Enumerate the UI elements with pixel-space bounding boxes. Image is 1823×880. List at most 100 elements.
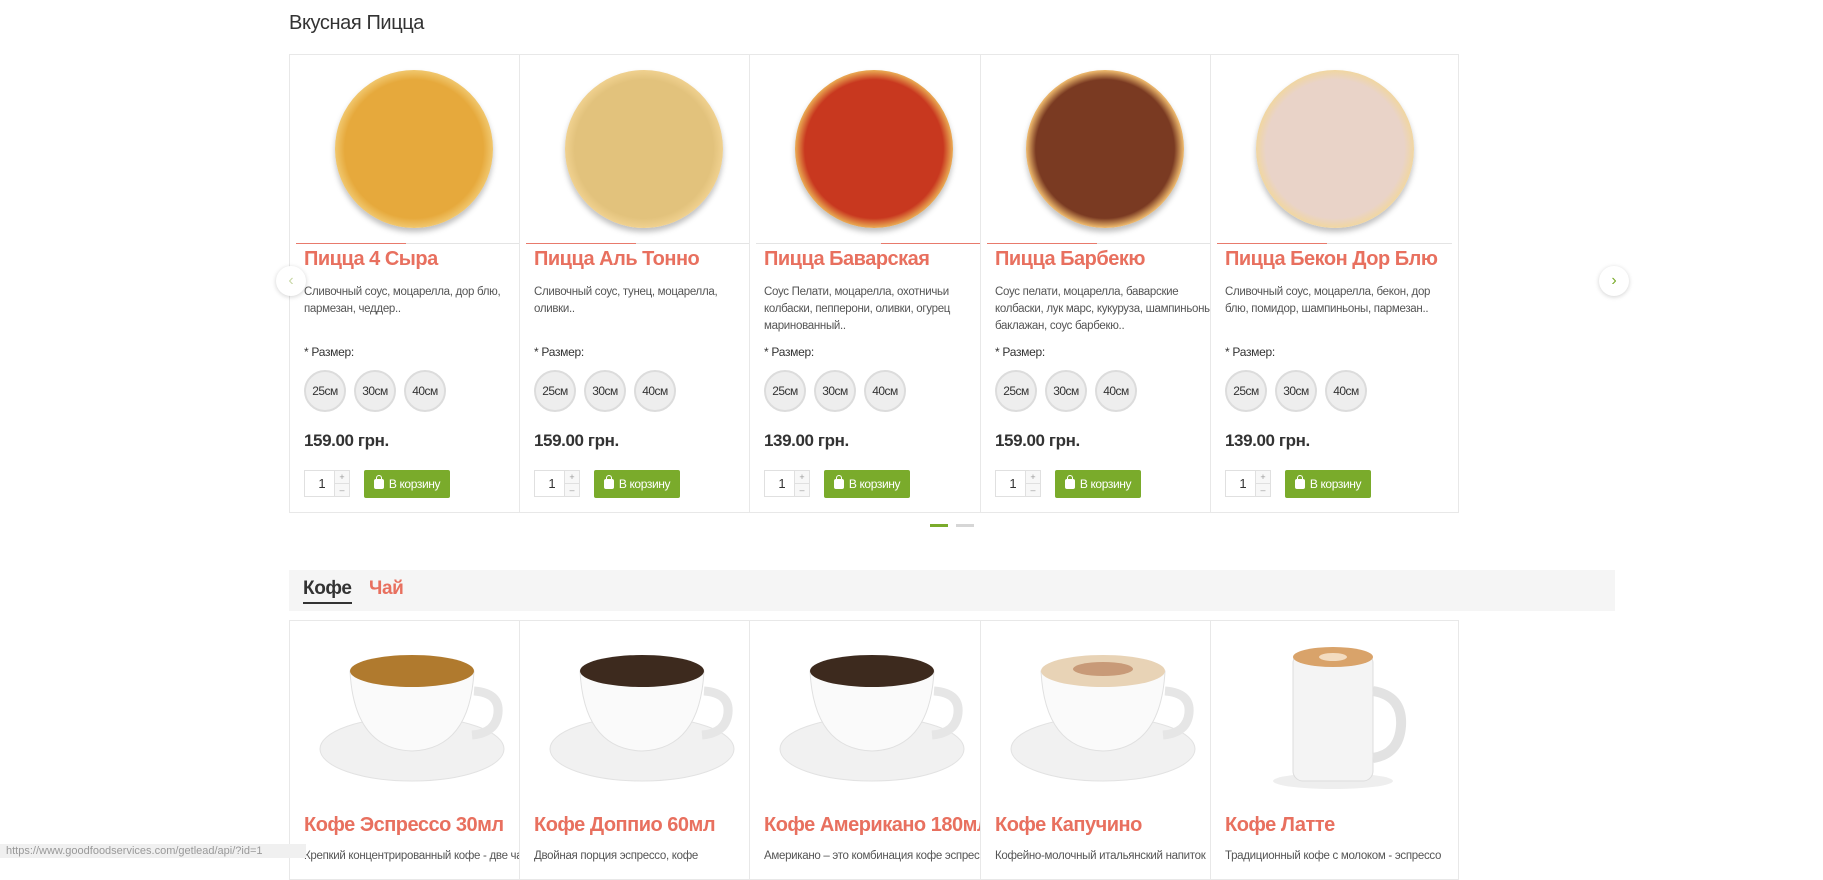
pizza-image — [1025, 70, 1184, 228]
product-price: 139.00 грн. — [1225, 431, 1310, 450]
status-bar-url: https://www.goodfoodservices.com/getlead… — [0, 844, 306, 858]
product-image[interactable] — [1211, 55, 1458, 243]
size-options: 25см 30см 40см — [764, 370, 906, 412]
decrement-button[interactable]: – — [334, 484, 349, 496]
size-options: 25см 30см 40см — [995, 370, 1137, 412]
product-name[interactable]: Кофе Латте — [1225, 814, 1335, 837]
product-price: 159.00 грн. — [534, 431, 619, 450]
size-option[interactable]: 40см — [404, 370, 446, 412]
coffee-image[interactable] — [750, 621, 999, 799]
product-image[interactable] — [520, 55, 767, 243]
product-card: Пицца Аль Тонно Сливочный соус, тунец, мо… — [519, 54, 768, 513]
decrement-button[interactable]: – — [1255, 484, 1270, 496]
increment-button[interactable]: + — [794, 471, 809, 484]
carousel-pagination — [930, 524, 974, 527]
quantity-stepper[interactable]: 1 + – — [1225, 470, 1271, 497]
product-description: Традиционный кофе с молоком - эспрессо — [1225, 850, 1442, 862]
product-name[interactable]: Кофе Американо 180мл — [764, 814, 990, 837]
size-option[interactable]: 25см — [1225, 370, 1267, 412]
decrement-button[interactable]: – — [794, 484, 809, 496]
product-name[interactable]: Пицца Барбекю — [995, 248, 1145, 271]
size-label: * Размер: — [1225, 345, 1275, 359]
shopping-bag-icon — [603, 475, 614, 489]
tab-coffee[interactable]: Кофе — [303, 578, 352, 604]
shopping-bag-icon — [1064, 475, 1075, 489]
quantity-stepper[interactable]: 1 + – — [304, 470, 350, 497]
add-to-cart-button[interactable]: В корзину — [1055, 470, 1141, 498]
add-to-cart-button[interactable]: В корзину — [364, 470, 450, 498]
quantity-value[interactable]: 1 — [1002, 476, 1024, 491]
product-name[interactable]: Пицца Аль Тонно — [534, 248, 700, 271]
increment-button[interactable]: + — [334, 471, 349, 484]
carousel-dot-1[interactable] — [930, 524, 948, 527]
size-option[interactable]: 25см — [304, 370, 346, 412]
product-image[interactable] — [981, 55, 1228, 243]
carousel-next-button[interactable]: › — [1599, 266, 1629, 296]
quantity-value[interactable]: 1 — [311, 476, 333, 491]
size-option[interactable]: 25см — [764, 370, 806, 412]
size-option[interactable]: 30см — [814, 370, 856, 412]
size-options: 25см 30см 40см — [534, 370, 676, 412]
carousel-prev-button[interactable]: ‹ — [276, 266, 306, 296]
size-option[interactable]: 40см — [864, 370, 906, 412]
quantity-value[interactable]: 1 — [541, 476, 563, 491]
size-option[interactable]: 25см — [995, 370, 1037, 412]
quantity-stepper[interactable]: 1 + – — [534, 470, 580, 497]
size-label: * Размер: — [304, 345, 354, 359]
coffee-image[interactable] — [520, 621, 767, 799]
pizza-image — [334, 70, 493, 228]
quantity-value[interactable]: 1 — [771, 476, 793, 491]
size-options: 25см 30см 40см — [1225, 370, 1367, 412]
product-name[interactable]: Кофе Капучино — [995, 814, 1142, 837]
add-to-cart-button[interactable]: В корзину — [1285, 470, 1371, 498]
product-card: Пицца 4 Сыра Сливочный соус, моцарелла, д… — [289, 54, 538, 513]
coffee-list: Кофе Эспрессо 30мл Крепкий концентрирован… — [289, 620, 1615, 880]
product-name[interactable]: Пицца Бекон Дор Блю — [1225, 248, 1438, 271]
add-to-cart-label: В корзину — [1079, 477, 1132, 491]
product-image[interactable] — [290, 55, 537, 243]
coffee-cup-icon — [750, 655, 999, 803]
product-description: Соус пелати, моцарелла, баварские колбас… — [995, 286, 1216, 332]
increment-button[interactable]: + — [1255, 471, 1270, 484]
shopping-bag-icon — [1294, 475, 1305, 489]
pizza-image — [794, 70, 953, 228]
size-option[interactable]: 30см — [584, 370, 626, 412]
quantity-stepper[interactable]: 1 + – — [764, 470, 810, 497]
size-option[interactable]: 40см — [634, 370, 676, 412]
add-to-cart-label: В корзину — [388, 477, 441, 491]
coffee-image[interactable] — [1211, 621, 1458, 799]
tab-tea[interactable]: Чай — [369, 578, 404, 600]
size-option[interactable]: 25см — [534, 370, 576, 412]
decrement-button[interactable]: – — [1025, 484, 1040, 496]
size-option[interactable]: 30см — [1275, 370, 1317, 412]
product-description: Двойная порция эспрессо, кофе — [534, 850, 698, 862]
size-option[interactable]: 30см — [354, 370, 396, 412]
product-name[interactable]: Пицца Баварская — [764, 248, 930, 271]
quantity-stepper[interactable]: 1 + – — [995, 470, 1041, 497]
add-to-cart-button[interactable]: В корзину — [824, 470, 910, 498]
divider — [526, 243, 761, 244]
product-description: Сливочный соус, моцарелла, бекон, дор бл… — [1225, 286, 1431, 315]
product-name[interactable]: Пицца 4 Сыра — [304, 248, 438, 271]
size-option[interactable]: 40см — [1325, 370, 1367, 412]
add-to-cart-button[interactable]: В корзину — [594, 470, 680, 498]
product-image[interactable] — [750, 55, 997, 243]
decrement-button[interactable]: – — [564, 484, 579, 496]
coffee-image[interactable] — [290, 621, 537, 799]
increment-button[interactable]: + — [1025, 471, 1040, 484]
product-description: Сливочный соус, тунец, моцарелла, оливки… — [534, 286, 718, 315]
chevron-right-icon: › — [1611, 272, 1617, 289]
size-option[interactable]: 30см — [1045, 370, 1087, 412]
increment-button[interactable]: + — [564, 471, 579, 484]
coffee-card: Кофе Доппио 60мл Двойная порция эспрессо,… — [519, 620, 768, 880]
coffee-cup-icon — [520, 655, 769, 803]
size-label: * Размер: — [764, 345, 814, 359]
product-name[interactable]: Кофе Доппио 60мл — [534, 814, 716, 837]
carousel-dot-2[interactable] — [956, 524, 974, 527]
quantity-value[interactable]: 1 — [1232, 476, 1254, 491]
pizza-carousel: Пицца 4 Сыра Сливочный соус, моцарелла, д… — [289, 54, 1615, 514]
product-name[interactable]: Кофе Эспрессо 30мл — [304, 814, 504, 837]
coffee-image[interactable] — [981, 621, 1228, 799]
size-label: * Размер: — [534, 345, 584, 359]
size-option[interactable]: 40см — [1095, 370, 1137, 412]
